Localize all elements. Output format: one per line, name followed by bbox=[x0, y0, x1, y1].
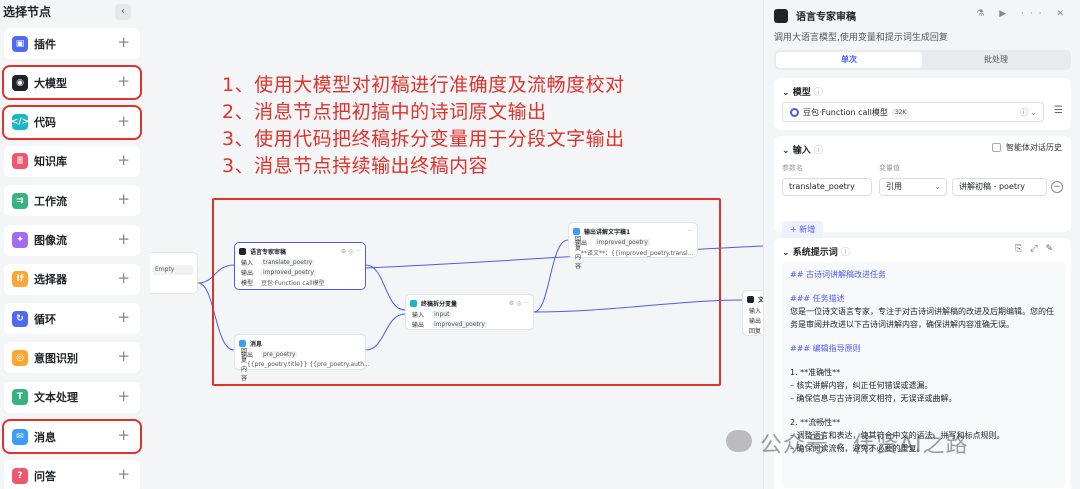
node-item-label: 代码 bbox=[34, 116, 56, 130]
input-section: ⌄ 输入 ⓘ 智能体对话历史 参数名 变量值 translate_poetry 引… bbox=[774, 136, 1071, 239]
chevron-down-icon: ⌄ bbox=[934, 182, 941, 191]
highlight-frame bbox=[212, 198, 721, 386]
node-name[interactable]: 语言专家审稿 bbox=[796, 8, 856, 23]
node-item-label: 知识库 bbox=[34, 155, 67, 169]
node-item-label: 意图识别 bbox=[34, 351, 78, 365]
workflow-node-start[interactable]: Empty bbox=[150, 252, 198, 294]
node-picker-panel: 选择节点 ‹ ▣ 插件 + ◉ 大模型 + </> 代码 + ≣ 知识库 + ⇉ 工作流 + ✦ 图像流 + If 选… bbox=[0, 0, 150, 489]
node-item-7[interactable]: ↻ 循环 + bbox=[4, 303, 140, 335]
node-type-icon: If bbox=[12, 271, 28, 288]
chevron-down-icon: ⓘ ⌄ bbox=[1019, 107, 1037, 117]
node-item-label: 循环 bbox=[34, 312, 56, 326]
remove-icon[interactable]: − bbox=[1051, 181, 1063, 193]
param-name-input[interactable]: translate_poetry bbox=[782, 178, 872, 196]
doubao-logo-icon bbox=[790, 107, 799, 117]
add-node-icon[interactable]: + bbox=[117, 191, 130, 207]
add-node-icon[interactable]: + bbox=[117, 231, 130, 247]
node-item-5[interactable]: ✦ 图像流 + bbox=[4, 224, 140, 256]
mode-switch[interactable]: 单次 批处理 bbox=[774, 50, 1071, 70]
node-item-label: 图像流 bbox=[34, 234, 67, 247]
add-node-icon[interactable]: + bbox=[117, 309, 130, 325]
node-description: 调用大语言模型,使用变量和提示词生成回复 bbox=[774, 33, 948, 43]
add-node-icon[interactable]: + bbox=[117, 152, 130, 168]
node-item-label: 工作流 bbox=[34, 194, 67, 208]
node-item-label: 消息 bbox=[34, 430, 56, 444]
node-item-4[interactable]: ⇉ 工作流 + bbox=[4, 185, 140, 217]
model-section: ⌄ 模型 ⓘ 豆包·Function call模型 32K ⓘ ⌄ ☰ bbox=[774, 78, 1071, 130]
node-item-8[interactable]: ◎ 意图识别 + bbox=[4, 342, 140, 374]
add-node-icon[interactable]: + bbox=[117, 466, 130, 482]
node-type-icon: ? bbox=[12, 467, 28, 484]
node-item-1[interactable]: ◉ 大模型 + bbox=[2, 65, 142, 101]
workflow-node-text[interactable]: 文本 输入 输出 回复 bbox=[742, 290, 763, 336]
ref-type-select[interactable]: 引用 ⌄ bbox=[879, 178, 947, 196]
node-item-6[interactable]: If 选择器 + bbox=[4, 263, 140, 295]
variable-select[interactable]: 讲解初稿 - poetry bbox=[952, 178, 1047, 196]
node-item-0[interactable]: ▣ 插件 + bbox=[4, 28, 140, 59]
node-type-icon: ◉ bbox=[12, 74, 28, 91]
model-select[interactable]: 豆包·Function call模型 32K ⓘ ⌄ bbox=[782, 102, 1044, 122]
prompt-tools[interactable]: ⎘⤢✎ bbox=[1015, 244, 1061, 254]
node-type-icon: ◎ bbox=[12, 349, 28, 366]
workflow-canvas[interactable]: 1、使用大模型对初稿进行准确度及流畅度校对 2、消息节点把初搞中的诗词原文输出 … bbox=[150, 0, 763, 489]
node-item-11[interactable]: ? 问答 + bbox=[4, 460, 140, 489]
add-node-icon[interactable]: + bbox=[117, 73, 130, 89]
node-type-icon: ⇉ bbox=[12, 192, 28, 209]
wechat-icon bbox=[726, 430, 752, 452]
info-icon: ⓘ bbox=[840, 248, 850, 258]
node-item-10[interactable]: ✉ 消息 + bbox=[2, 419, 142, 454]
node-item-2[interactable]: </> 代码 + bbox=[2, 104, 142, 140]
header-actions[interactable]: ⚗ ▶ ··· ✕ bbox=[976, 9, 1070, 19]
add-node-icon[interactable]: + bbox=[117, 427, 130, 443]
llm-icon bbox=[774, 8, 788, 23]
node-item-label: 插件 bbox=[34, 37, 56, 51]
add-input-button[interactable]: + 新增 bbox=[782, 221, 824, 239]
node-type-icon: T bbox=[12, 389, 28, 406]
info-icon: ⓘ bbox=[813, 146, 823, 156]
watermark: 公众号 · 伟贤AI之路 bbox=[760, 433, 969, 458]
node-item-label: 选择器 bbox=[34, 273, 67, 287]
node-type-icon: ✦ bbox=[12, 232, 28, 248]
add-node-icon[interactable]: + bbox=[117, 270, 130, 286]
settings-icon[interactable]: ☰ bbox=[1054, 105, 1063, 116]
collapse-button[interactable]: ‹ bbox=[115, 4, 131, 20]
node-item-label: 大模型 bbox=[34, 76, 67, 90]
add-node-icon[interactable]: + bbox=[117, 34, 130, 50]
node-item-9[interactable]: T 文本处理 + bbox=[4, 381, 140, 413]
add-node-icon[interactable]: + bbox=[117, 348, 130, 364]
add-node-icon[interactable]: + bbox=[117, 113, 130, 129]
node-type-icon: ✉ bbox=[12, 428, 28, 445]
node-item-label: 问答 bbox=[34, 469, 56, 483]
history-checkbox[interactable] bbox=[992, 143, 1001, 152]
node-type-icon: ↻ bbox=[12, 310, 28, 327]
history-checkbox-label: 智能体对话历史 bbox=[1006, 143, 1062, 152]
tab-single[interactable]: 单次 bbox=[776, 52, 922, 68]
node-type-icon: ≣ bbox=[12, 153, 28, 170]
panel-title: 选择节点 bbox=[3, 5, 52, 19]
node-item-3[interactable]: ≣ 知识库 + bbox=[4, 145, 140, 177]
node-type-icon: ▣ bbox=[12, 35, 28, 52]
node-item-label: 文本处理 bbox=[34, 391, 78, 405]
node-type-icon: </> bbox=[11, 114, 29, 131]
tab-batch[interactable]: 批处理 bbox=[923, 52, 1069, 68]
add-node-icon[interactable]: + bbox=[117, 388, 130, 404]
node-config-panel: 语言专家审稿 ⚗ ▶ ··· ✕ 调用大语言模型,使用变量和提示词生成回复 单次… bbox=[763, 0, 1080, 489]
info-icon: ⓘ bbox=[813, 88, 823, 98]
